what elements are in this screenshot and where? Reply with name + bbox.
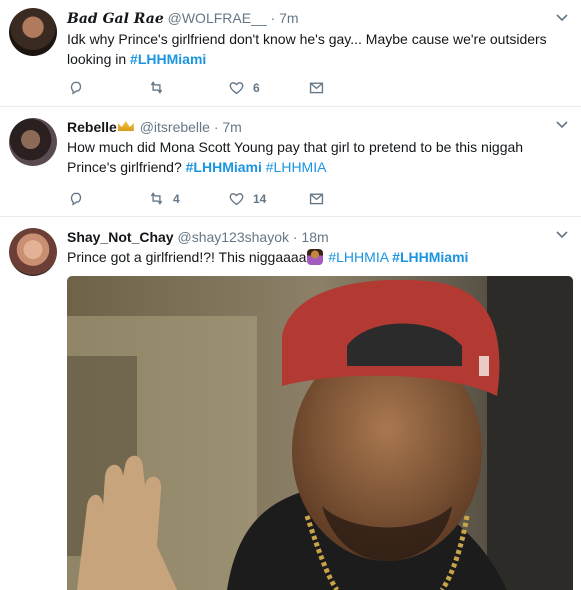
display-name[interactable]: Rebelle <box>67 119 117 135</box>
display-name[interactable]: Bad Gal Rae <box>67 11 164 27</box>
tweet-text-segment: How much did Mona Scott Young pay that g… <box>67 139 524 155</box>
hashtag-link[interactable]: #LHHMIA <box>266 159 327 175</box>
tweet-text-segment: got a <box>106 249 146 265</box>
tweet-header: Rebelle @itsrebelle · 7m <box>67 118 242 136</box>
highlighted-keyword: girlfriend <box>145 249 200 265</box>
woman-shrugging-emoji <box>307 249 324 265</box>
avatar[interactable] <box>9 8 57 56</box>
like-button[interactable]: 14 <box>228 190 308 207</box>
hashtag-link[interactable]: #LHHMiami <box>130 51 206 67</box>
tweet[interactable]: Rebelle @itsrebelle · 7m How much did Mo… <box>0 107 581 217</box>
retweet-button[interactable]: 4 <box>148 190 228 207</box>
media-image <box>67 276 573 590</box>
reply-icon <box>70 81 82 95</box>
tweet-text-segment: !?! This niggaaaa <box>199 249 307 265</box>
retweet-icon <box>150 192 163 205</box>
handle-timestamp[interactable]: @WOLFRAE__ · 7m <box>168 10 299 26</box>
retweet-icon <box>150 81 163 94</box>
envelope-icon <box>309 82 324 94</box>
envelope-icon <box>309 193 324 205</box>
handle-timestamp[interactable]: @itsrebelle · 7m <box>140 119 242 135</box>
highlighted-keyword: Prince <box>118 31 159 47</box>
display-name[interactable]: Shay_Not_Chay <box>67 229 174 245</box>
tweet-media-gif[interactable] <box>67 276 573 590</box>
like-count: 14 <box>253 191 267 206</box>
tweet-text-segment: 's <box>158 31 172 47</box>
hashtag-link[interactable]: #LHHMiami <box>392 249 468 265</box>
tweet-text-segment: Idk why <box>67 31 119 47</box>
highlighted-keyword: girlfriend <box>171 31 226 47</box>
highlighted-keyword: Prince <box>67 249 107 265</box>
tweet[interactable]: Bad Gal Rae @WOLFRAE__ · 7m Idk why Prin… <box>0 0 581 107</box>
like-count: 6 <box>253 80 260 95</box>
reply-icon <box>70 192 82 206</box>
tweet-header: Shay_Not_Chay @shay123shayok · 18m <box>67 228 329 246</box>
tweet-text: Prince got a girlfriend!?! This niggaaaa… <box>67 247 567 267</box>
heart-icon <box>229 193 244 206</box>
retweet-count: 4 <box>173 191 180 206</box>
tweet-text: Idk why Prince's girlfriend don't know h… <box>67 29 567 69</box>
chevron-down-icon[interactable] <box>555 10 569 24</box>
tweet-text: How much did Mona Scott Young pay that g… <box>67 137 567 177</box>
hashtag-link[interactable]: #LHHMIA <box>328 249 388 265</box>
message-button[interactable] <box>308 190 388 207</box>
tweet-text-segment: ? <box>173 159 186 175</box>
handle-timestamp[interactable]: @shay123shayok · 18m <box>177 229 328 245</box>
highlighted-keyword: girlfriend <box>120 159 174 175</box>
hashtag-link[interactable]: #LHHMiami <box>186 159 262 175</box>
tweet-text-segment: 's <box>106 159 121 175</box>
like-button[interactable]: 6 <box>228 79 308 96</box>
avatar[interactable] <box>9 118 57 166</box>
tweet-actions: 6 <box>68 79 388 96</box>
tweet[interactable]: Shay_Not_Chay @shay123shayok · 18m Princ… <box>0 217 581 590</box>
heart-icon <box>229 82 244 95</box>
highlighted-keyword: Prince <box>67 159 107 175</box>
reply-button[interactable] <box>68 190 148 207</box>
chevron-down-icon[interactable] <box>555 227 569 241</box>
chevron-down-icon[interactable] <box>555 117 569 131</box>
crown-emoji <box>117 121 134 131</box>
tweet-header: Bad Gal Rae @WOLFRAE__ · 7m <box>67 9 299 28</box>
retweet-button[interactable] <box>148 79 228 96</box>
avatar[interactable] <box>9 228 57 276</box>
tweet-actions: 4 14 <box>68 190 388 207</box>
reply-button[interactable] <box>68 79 148 96</box>
message-button[interactable] <box>308 79 388 96</box>
